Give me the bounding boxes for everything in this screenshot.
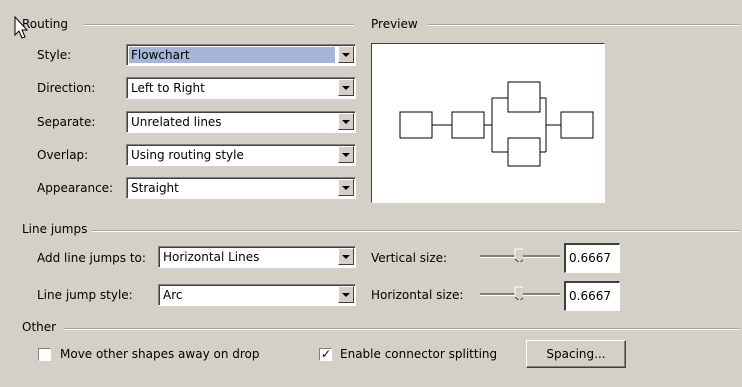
chevron-down-icon[interactable] bbox=[338, 46, 354, 63]
connector-splitting-label[interactable]: Enable connector splitting bbox=[340, 347, 497, 361]
flowchart-preview-diagram bbox=[399, 81, 594, 167]
separate-label: Separate: bbox=[37, 115, 96, 129]
preview-shape bbox=[507, 137, 541, 167]
preview-group-title: Preview bbox=[371, 17, 421, 31]
appearance-label: Appearance: bbox=[37, 181, 114, 195]
add-line-jumps-value: Horizontal Lines bbox=[163, 250, 260, 264]
style-dropdown-value: Flowchart bbox=[129, 47, 335, 63]
overlap-dropdown-value: Using routing style bbox=[131, 148, 244, 162]
spacing-button[interactable]: Spacing... bbox=[526, 340, 626, 368]
appearance-dropdown-value: Straight bbox=[131, 181, 179, 195]
line-jumps-group-title: Line jumps bbox=[22, 222, 91, 236]
add-line-jumps-label: Add line jumps to: bbox=[37, 251, 146, 265]
chevron-down-icon[interactable] bbox=[338, 248, 354, 265]
line-jump-style-dropdown[interactable]: Arc bbox=[158, 284, 356, 306]
preview-group-divider bbox=[428, 24, 739, 26]
horizontal-size-label: Horizontal size: bbox=[371, 288, 464, 302]
vertical-size-value: 0.6667 bbox=[569, 251, 611, 265]
vertical-size-label: Vertical size: bbox=[371, 251, 448, 265]
line-jump-style-label: Line jump style: bbox=[37, 288, 133, 302]
direction-label: Direction: bbox=[37, 81, 96, 95]
other-group-divider bbox=[64, 328, 739, 330]
move-shapes-label[interactable]: Move other shapes away on drop bbox=[60, 347, 260, 361]
add-line-jumps-dropdown[interactable]: Horizontal Lines bbox=[158, 246, 356, 268]
preview-shape bbox=[507, 81, 541, 113]
preview-shape bbox=[451, 111, 485, 139]
arrow-cursor-icon bbox=[14, 16, 29, 39]
checkmark-icon: ✓ bbox=[321, 347, 332, 361]
connector-splitting-checkbox[interactable]: ✓ bbox=[319, 347, 332, 361]
chevron-down-icon[interactable] bbox=[338, 146, 354, 163]
vertical-size-input[interactable]: 0.6667 bbox=[564, 243, 620, 273]
chevron-down-icon[interactable] bbox=[338, 179, 354, 196]
vertical-size-slider[interactable] bbox=[480, 243, 560, 273]
preview-shape bbox=[560, 111, 594, 139]
chevron-down-icon[interactable] bbox=[338, 286, 354, 303]
appearance-dropdown[interactable]: Straight bbox=[126, 177, 356, 199]
separate-dropdown[interactable]: Unrelated lines bbox=[126, 111, 356, 133]
move-shapes-checkbox[interactable] bbox=[38, 348, 51, 361]
style-label: Style: bbox=[37, 48, 72, 62]
style-dropdown[interactable]: Flowchart bbox=[126, 44, 356, 66]
routing-group-divider bbox=[84, 24, 354, 26]
chevron-down-icon[interactable] bbox=[338, 79, 354, 96]
overlap-dropdown[interactable]: Using routing style bbox=[126, 144, 356, 166]
line-jump-style-value: Arc bbox=[163, 288, 183, 302]
routing-preview bbox=[371, 43, 605, 203]
direction-dropdown-value: Left to Right bbox=[131, 81, 205, 95]
preview-shape bbox=[399, 111, 433, 139]
chevron-down-icon[interactable] bbox=[338, 113, 354, 130]
overlap-label: Overlap: bbox=[37, 148, 89, 162]
slider-thumb-icon[interactable] bbox=[514, 286, 523, 300]
direction-dropdown[interactable]: Left to Right bbox=[126, 77, 356, 99]
line-jumps-group-divider bbox=[92, 230, 739, 232]
other-group-title: Other bbox=[22, 320, 60, 334]
horizontal-size-value: 0.6667 bbox=[569, 289, 611, 303]
slider-thumb-icon[interactable] bbox=[514, 248, 523, 262]
horizontal-size-input[interactable]: 0.6667 bbox=[564, 281, 620, 311]
separate-dropdown-value: Unrelated lines bbox=[131, 115, 222, 129]
horizontal-size-slider[interactable] bbox=[480, 281, 560, 311]
